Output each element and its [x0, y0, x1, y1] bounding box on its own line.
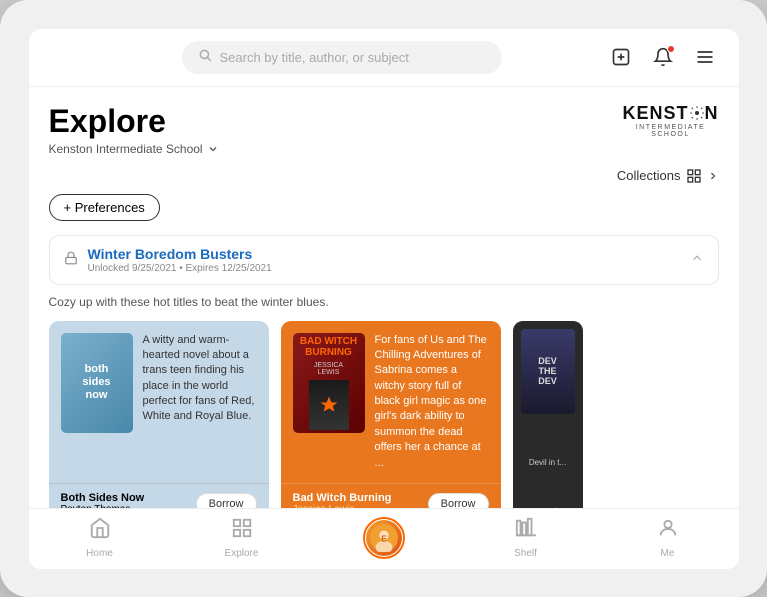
notification-dot [667, 45, 675, 53]
book-cover-bad-witch: BAD WITCHBURNING JESSICALEWIS [293, 333, 365, 433]
nav-label-home: Home [86, 548, 113, 559]
book-author-1: Peyton Thomas [61, 504, 145, 507]
page-title: Explore [49, 103, 219, 140]
nav-item-explore[interactable]: Explore [217, 517, 267, 559]
book-author-2: Jessica Lewis [293, 504, 392, 507]
book-title-1: Both Sides Now [61, 492, 145, 504]
book-description-1: A witty and warm-hearted novel about a t… [143, 333, 257, 472]
preferences-button[interactable]: + Preferences [49, 194, 160, 221]
book-cover-text-2: BAD WITCHBURNING [300, 336, 357, 358]
logo-text: KENST [622, 103, 688, 124]
book-card-bad-witch-burning[interactable]: BAD WITCHBURNING JESSICALEWIS For fans o… [281, 321, 501, 508]
device-frame: Search by title, author, or subject [0, 0, 767, 597]
book-cover-author-2: JESSICALEWIS [300, 362, 357, 376]
explore-header-row: Explore Kenston Intermediate School KENS… [49, 103, 719, 184]
book-card-both-sides-now[interactable]: bothsidesnow A witty and warm-hearted no… [49, 321, 269, 508]
winter-banner-left: Winter Boredom Busters Unlocked 9/25/202… [64, 246, 272, 274]
book-footer-2: Bad Witch Burning Jessica Lewis Borrow [281, 483, 501, 507]
preferences-label: + Preferences [64, 200, 145, 215]
book-card-inner-1: bothsidesnow A witty and warm-hearted no… [49, 321, 269, 484]
nav-avatar-ring: E [363, 517, 405, 559]
logo-gear-icon [689, 105, 705, 121]
nav-item-shelf[interactable]: Shelf [501, 517, 551, 559]
screen: Search by title, author, or subject [29, 29, 739, 569]
search-icon [198, 48, 212, 67]
add-button[interactable] [607, 43, 635, 71]
book-description-2: For fans of Us and The Chilling Adventur… [375, 333, 489, 472]
nav-item-me[interactable]: Me [643, 517, 693, 559]
main-content: Explore Kenston Intermediate School KENS… [29, 87, 739, 508]
nav-label-shelf: Shelf [514, 548, 537, 559]
explore-icon [231, 517, 253, 545]
nav-label-me: Me [661, 548, 675, 559]
book-meta-1: Both Sides Now Peyton Thomas [61, 492, 145, 507]
search-placeholder: Search by title, author, or subject [220, 50, 409, 65]
lock-icon [64, 251, 78, 268]
book-meta-2: Bad Witch Burning Jessica Lewis [293, 492, 392, 507]
top-bar-actions [607, 43, 719, 71]
logo-text2: N [705, 103, 719, 124]
notifications-button[interactable] [649, 43, 677, 71]
dark-cover: DEVTHEDEV [521, 329, 575, 414]
nav-avatar: E [366, 520, 402, 556]
school-selector[interactable]: Kenston Intermediate School [49, 142, 219, 156]
section-subtitle: Cozy up with these hot titles to beat th… [49, 295, 719, 309]
dark-book-title: Devil in t... [521, 458, 575, 467]
book-footer-1: Both Sides Now Peyton Thomas Borrow [49, 483, 269, 507]
winter-dates: Unlocked 9/25/2021 • Expires 12/25/2021 [88, 263, 272, 274]
book-title-2: Bad Witch Burning [293, 492, 392, 504]
kenston-logo: KENST N INTERMEDIATESCHOOL [622, 103, 718, 138]
bottom-nav: Home Explore E [29, 508, 739, 569]
top-bar: Search by title, author, or subject [29, 29, 739, 87]
search-bar[interactable]: Search by title, author, or subject [182, 41, 502, 74]
book-card-devil[interactable]: DEVTHEDEV Devil in t... Lora Beth... [513, 321, 583, 508]
winter-title: Winter Boredom Busters [88, 246, 272, 262]
menu-button[interactable] [691, 43, 719, 71]
shelf-icon [515, 517, 537, 545]
home-icon [89, 517, 111, 545]
collections-label: Collections [617, 168, 681, 183]
me-icon [657, 517, 679, 545]
nav-item-featured[interactable]: E [359, 517, 409, 559]
nav-label-explore: Explore [225, 548, 259, 559]
winter-banner-info: Winter Boredom Busters Unlocked 9/25/202… [88, 246, 272, 274]
book-cover-text-1: bothsidesnow [76, 357, 116, 409]
books-row: bothsidesnow A witty and warm-hearted no… [49, 321, 719, 508]
borrow-button-1[interactable]: Borrow [196, 493, 257, 508]
collections-button[interactable]: Collections [617, 168, 719, 184]
book-cover-both-sides: bothsidesnow [61, 333, 133, 433]
banner-collapse-icon[interactable] [690, 251, 704, 268]
borrow-button-2[interactable]: Borrow [428, 493, 489, 508]
nav-item-home[interactable]: Home [75, 517, 125, 559]
svg-text:E: E [381, 533, 387, 543]
dark-card-inner: DEVTHEDEV Devil in t... Lora Beth... [513, 321, 583, 508]
winter-banner[interactable]: Winter Boredom Busters Unlocked 9/25/202… [49, 235, 719, 285]
logo-subtitle: INTERMEDIATESCHOOL [622, 124, 718, 138]
dark-cover-text: DEVTHEDEV [536, 354, 559, 388]
school-name: Kenston Intermediate School [49, 142, 203, 156]
book-card-inner-2: BAD WITCHBURNING JESSICALEWIS For fans o… [281, 321, 501, 484]
explore-left: Explore Kenston Intermediate School [49, 103, 219, 156]
